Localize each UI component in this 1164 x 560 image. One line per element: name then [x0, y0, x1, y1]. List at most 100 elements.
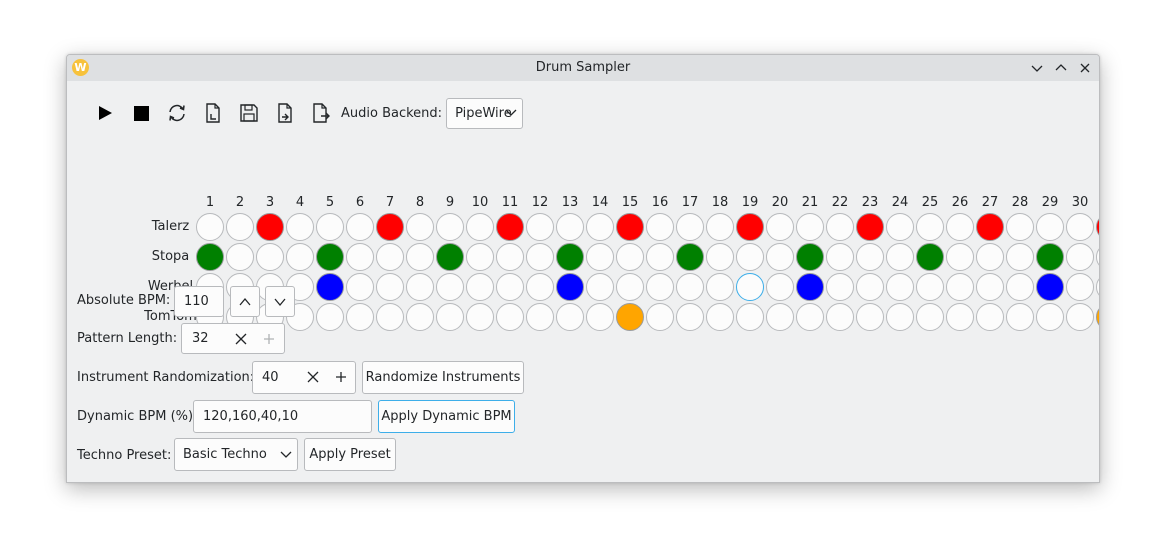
- step-cell[interactable]: [496, 273, 524, 301]
- step-cell[interactable]: [736, 243, 764, 271]
- step-cell[interactable]: [706, 303, 734, 331]
- maximize-icon[interactable]: [1053, 60, 1069, 76]
- step-cell[interactable]: [346, 303, 374, 331]
- step-cell[interactable]: [1066, 303, 1094, 331]
- step-cell[interactable]: [886, 303, 914, 331]
- step-cell[interactable]: [1066, 213, 1094, 241]
- step-cell[interactable]: [766, 243, 794, 271]
- step-cell[interactable]: [826, 273, 854, 301]
- step-cell[interactable]: [436, 273, 464, 301]
- step-cell[interactable]: [526, 243, 554, 271]
- stop-icon[interactable]: [123, 99, 159, 127]
- minimize-icon[interactable]: [1029, 60, 1045, 76]
- step-cell[interactable]: [676, 213, 704, 241]
- step-cell[interactable]: [316, 303, 344, 331]
- clear-icon[interactable]: [306, 370, 320, 388]
- step-cell[interactable]: [796, 213, 824, 241]
- dynamic-bpm-input[interactable]: 120,160,40,10: [193, 400, 372, 433]
- step-cell-active[interactable]: [616, 303, 644, 331]
- step-cell-active[interactable]: [916, 243, 944, 271]
- step-cell[interactable]: [376, 243, 404, 271]
- step-cell[interactable]: [856, 303, 884, 331]
- step-cell[interactable]: [286, 213, 314, 241]
- step-cell[interactable]: [226, 243, 254, 271]
- step-cell[interactable]: [1066, 243, 1094, 271]
- step-cell[interactable]: [706, 273, 734, 301]
- step-cell[interactable]: [916, 303, 944, 331]
- step-cell[interactable]: [646, 273, 674, 301]
- step-cell[interactable]: [1006, 213, 1034, 241]
- step-cell[interactable]: [286, 243, 314, 271]
- step-cell-active[interactable]: [736, 213, 764, 241]
- step-cell[interactable]: [466, 303, 494, 331]
- absolute-bpm-input[interactable]: 110: [174, 286, 224, 317]
- step-cell[interactable]: [1096, 243, 1099, 271]
- play-icon[interactable]: [87, 99, 123, 127]
- step-cell[interactable]: [406, 303, 434, 331]
- step-cell[interactable]: [496, 303, 524, 331]
- randomize-instruments-button[interactable]: Randomize Instruments: [362, 361, 524, 394]
- step-cell[interactable]: [1006, 243, 1034, 271]
- step-cell[interactable]: [706, 213, 734, 241]
- step-cell-active[interactable]: [316, 273, 344, 301]
- step-cell[interactable]: [436, 303, 464, 331]
- step-cell[interactable]: [616, 243, 644, 271]
- step-cell[interactable]: [826, 213, 854, 241]
- step-cell[interactable]: [496, 243, 524, 271]
- step-cell-active[interactable]: [1036, 273, 1064, 301]
- step-cell-active[interactable]: [796, 273, 824, 301]
- step-cell[interactable]: [346, 273, 374, 301]
- step-cell[interactable]: [886, 243, 914, 271]
- plus-icon[interactable]: [334, 370, 348, 388]
- step-cell[interactable]: [766, 213, 794, 241]
- step-cell[interactable]: [526, 273, 554, 301]
- step-cell-active[interactable]: [196, 243, 224, 271]
- step-cell[interactable]: [946, 273, 974, 301]
- close-icon[interactable]: [1077, 60, 1093, 76]
- techno-preset-select[interactable]: Basic Techno: [174, 438, 298, 471]
- step-cell[interactable]: [1036, 213, 1064, 241]
- step-cell[interactable]: [436, 213, 464, 241]
- step-cell[interactable]: [946, 213, 974, 241]
- step-cell[interactable]: [946, 303, 974, 331]
- step-cell[interactable]: [826, 243, 854, 271]
- step-cell-active[interactable]: [856, 213, 884, 241]
- open-file-icon[interactable]: [195, 99, 231, 127]
- step-cell[interactable]: [736, 303, 764, 331]
- step-cell[interactable]: [526, 303, 554, 331]
- step-cell-active[interactable]: [976, 213, 1004, 241]
- step-cell[interactable]: [346, 243, 374, 271]
- save-icon[interactable]: [231, 99, 267, 127]
- step-cell[interactable]: [1006, 273, 1034, 301]
- step-cell-active[interactable]: [1096, 213, 1099, 241]
- step-cell[interactable]: [586, 273, 614, 301]
- step-cell[interactable]: [466, 273, 494, 301]
- step-cell[interactable]: [826, 303, 854, 331]
- step-cell[interactable]: [466, 213, 494, 241]
- step-cell[interactable]: [766, 273, 794, 301]
- step-cell[interactable]: [856, 243, 884, 271]
- clear-icon[interactable]: [234, 332, 248, 350]
- step-cell[interactable]: [556, 303, 584, 331]
- step-cell[interactable]: [406, 213, 434, 241]
- step-cell[interactable]: [466, 243, 494, 271]
- step-cell[interactable]: [646, 243, 674, 271]
- step-cell[interactable]: [946, 243, 974, 271]
- step-cell[interactable]: [646, 303, 674, 331]
- step-cell[interactable]: [376, 273, 404, 301]
- step-cell[interactable]: [406, 243, 434, 271]
- step-cell[interactable]: [586, 303, 614, 331]
- bpm-increase-button[interactable]: [230, 286, 260, 317]
- step-cell-active[interactable]: [436, 243, 464, 271]
- step-cell[interactable]: [886, 213, 914, 241]
- step-cell-active[interactable]: [556, 273, 584, 301]
- apply-dynamic-bpm-button[interactable]: Apply Dynamic BPM: [378, 400, 515, 433]
- loop-icon[interactable]: [159, 99, 195, 127]
- step-cell-active[interactable]: [1096, 303, 1099, 331]
- step-cell[interactable]: [766, 303, 794, 331]
- step-cell-active[interactable]: [376, 213, 404, 241]
- step-cell-active[interactable]: [616, 213, 644, 241]
- step-cell[interactable]: [916, 213, 944, 241]
- step-cell[interactable]: [1006, 303, 1034, 331]
- bpm-decrease-button[interactable]: [265, 286, 295, 317]
